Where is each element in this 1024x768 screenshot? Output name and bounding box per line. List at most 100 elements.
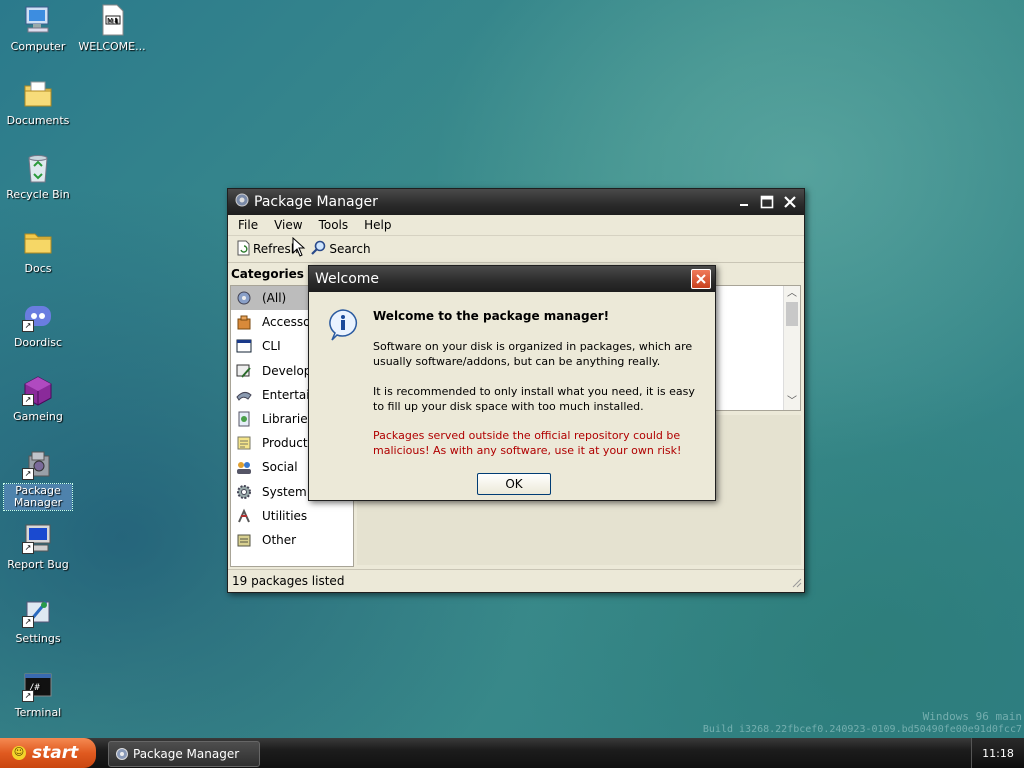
desktop-icon-label: Settings [15,632,61,645]
settings-icon: ↗ [22,596,54,628]
utilities-icon [236,508,252,524]
desktop-icon-report-bug[interactable]: ↗ Report Bug [0,522,76,572]
build-watermark-line2: Build i3268.22fbcef0.240923-0109.bd50490… [702,724,1022,735]
shortcut-arrow-icon: ↗ [22,468,34,480]
desktop-icon-label: WELCOME... [78,40,146,53]
package-manager-icon [234,192,250,212]
category-item-other[interactable]: Other [231,528,353,552]
cube-icon: ↗ [22,374,54,406]
report-bug-icon: ↗ [22,522,54,554]
mouse-cursor-icon [292,236,306,260]
category-label: Libraries [262,412,314,427]
doordisc-icon: ↗ [22,300,54,332]
all-packages-icon [236,290,252,306]
desktop-icon-label: Package Manager [3,483,73,511]
computer-icon [22,4,54,36]
toolbar: Refresh Search [228,236,804,263]
desktop-icon-package-manager[interactable]: ↗ Package Manager [0,448,76,511]
dialog-title: Welcome [315,271,380,287]
dialog-close-button[interactable] [691,269,711,289]
package-list-scrollbar[interactable]: ︿ ﹀ [783,286,800,410]
smiley-icon: ☺ [12,746,26,760]
category-label: Other [262,532,297,547]
start-label: start [32,743,79,763]
statusbar: 19 packages listed [228,569,804,592]
recycle-bin-icon [22,152,54,184]
cli-icon [236,338,252,354]
desktop-icon-gameing[interactable]: ↗ Gameing [0,374,76,424]
menubar: File View Tools Help [228,215,804,236]
menu-help[interactable]: Help [356,218,399,232]
package-manager-icon: ↗ [22,448,54,480]
category-label: Utilities [262,508,308,523]
search-icon [310,240,326,259]
desktop-icon-label: Doordisc [13,336,63,349]
desktop-icon-label: Gameing [13,410,63,423]
category-item-utilities[interactable]: Utilities [231,504,353,528]
terminal-icon: /# ↗ [22,670,54,702]
package-manager-icon [115,747,129,761]
shortcut-arrow-icon: ↗ [22,690,34,702]
menu-tools[interactable]: Tools [311,218,357,232]
desktop-icon-doordisc[interactable]: ↗ Doordisc [0,300,76,350]
desktop-icon-documents[interactable]: Documents [0,78,76,128]
shortcut-arrow-icon: ↗ [22,320,34,332]
dialog-heading: Welcome to the package manager! [373,309,610,323]
desktop-icon-label: Computer [10,40,66,53]
search-label: Search [329,242,371,256]
menu-view[interactable]: View [266,218,310,232]
info-icon [327,308,359,345]
scroll-down-icon[interactable]: ﹀ [784,394,800,410]
folder-icon [22,226,54,258]
dialog-warning: Packages served outside the official rep… [373,429,682,457]
window-titlebar[interactable]: Package Manager [228,189,804,215]
taskbar-item-package-manager[interactable]: Package Manager [108,741,260,767]
categories-header: Categories [231,267,304,281]
build-watermark-line1: Windows 96 main [922,710,1022,723]
shortcut-arrow-icon: ↗ [22,616,34,628]
desktop-icon-settings[interactable]: ↗ Settings [0,596,76,646]
welcome-dialog: Welcome Welcome to the package manager! … [308,265,716,501]
dialog-titlebar[interactable]: Welcome [309,266,715,292]
accessories-icon [236,314,252,330]
desktop-icon-label: Documents [6,114,70,127]
taskbar-item-label: Package Manager [133,747,240,761]
documents-folder-icon [22,78,54,110]
search-button[interactable]: Search [306,238,374,261]
desktop-icon-label: Terminal [14,706,62,719]
category-label: System [262,484,307,499]
shortcut-arrow-icon: ↗ [22,394,34,406]
menu-file[interactable]: File [230,218,266,232]
close-button[interactable] [780,192,800,212]
category-label: (All) [262,291,287,306]
desktop-icon-label: Report Bug [7,558,69,571]
ok-button[interactable]: OK [477,473,551,495]
productivity-icon [236,435,252,451]
svg-text:M⬇: M⬇ [107,17,119,25]
gear-icon [236,484,252,500]
resize-grip-icon[interactable] [792,577,802,591]
system-tray-clock[interactable]: 11:18 [971,738,1024,768]
refresh-icon [236,240,250,259]
shortcut-arrow-icon: ↗ [22,542,34,554]
minimize-button[interactable] [734,192,754,212]
social-icon [236,459,252,475]
start-button[interactable]: ☺ start [0,738,96,768]
desktop-icon-docs[interactable]: Docs [0,226,76,276]
desktop-icon-welcome[interactable]: M⬇ WELCOME... [74,4,150,54]
scroll-up-icon[interactable]: ︿ [784,286,800,302]
dialog-paragraph-1: Software on your disk is organized in pa… [373,340,693,368]
markdown-file-icon: M⬇ [96,4,128,36]
other-icon [236,532,252,548]
maximize-button[interactable] [757,192,777,212]
taskbar: ☺ start Package Manager 11:18 [0,738,1024,768]
development-icon [236,363,252,379]
scroll-thumb[interactable] [786,302,798,326]
dialog-body: Welcome to the package manager! Software… [309,292,715,500]
desktop-icon-computer[interactable]: Computer [0,4,76,54]
category-label: CLI [262,339,281,354]
desktop-icon-terminal[interactable]: /# ↗ Terminal [0,670,76,720]
entertainment-icon [236,387,252,403]
category-label: Social [262,460,298,475]
desktop-icon-recycle-bin[interactable]: Recycle Bin [0,152,76,202]
